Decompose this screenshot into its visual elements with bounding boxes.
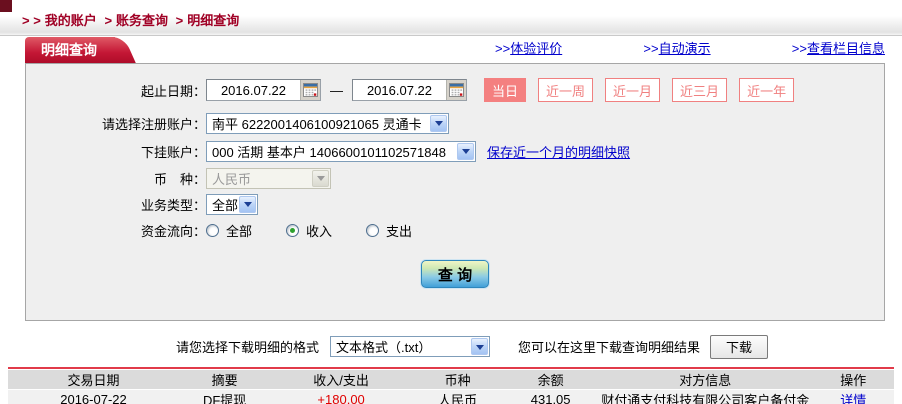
query-button-row: 查 询 — [26, 260, 884, 288]
cell-date: 2016-07-22 — [8, 390, 179, 404]
link-label: 查看栏目信息 — [807, 41, 885, 56]
fund-flow-label: 资金流向： — [26, 221, 206, 240]
col-header-counterparty: 对方信息 — [598, 369, 812, 390]
register-account-select[interactable]: 南平 6222001406100921065 灵通卡 — [206, 113, 449, 134]
currency-label: 币 种： — [26, 169, 206, 188]
table-header-row: 交易日期 摘要 收入/支出 币种 余额 对方信息 操作 — [8, 369, 894, 390]
radio-label: 收入 — [306, 221, 332, 240]
chevron-down-icon — [457, 143, 474, 160]
breadcrumb-item-account-query[interactable]: 账务查询 — [116, 13, 168, 28]
sub-account-select[interactable]: 000 活期 基本户 1406600101102571848 — [206, 141, 476, 162]
register-account-row: 请选择注册账户： 南平 6222001406100921065 灵通卡 — [26, 112, 884, 134]
result-table-area: 交易日期 摘要 收入/支出 币种 余额 对方信息 操作 2016-07-22 D… — [8, 367, 894, 404]
col-header-amount: 收入/支出 — [270, 369, 412, 390]
cell-counterparty: 财付通支付科技有限公司客户备付金 — [598, 390, 812, 404]
register-account-label: 请选择注册账户： — [26, 114, 206, 133]
download-format-select[interactable]: 文本格式（.txt） — [330, 336, 490, 357]
top-bar: > >我的账户 >账务查询 >明细查询 — [0, 0, 902, 36]
currency-select: 人民币 — [206, 168, 331, 189]
cell-currency: 人民币 — [412, 390, 503, 404]
radio-checked-icon — [286, 224, 299, 237]
download-row: 请您选择下载明细的格式 文本格式（.txt） 您可以在这里下载查询明细结果 下载 — [0, 330, 902, 363]
register-account-value: 南平 6222001406100921065 灵通卡 — [207, 114, 429, 133]
business-type-select[interactable]: 全部 — [206, 194, 258, 215]
start-date-input[interactable] — [207, 80, 300, 100]
end-date-field[interactable] — [352, 79, 467, 101]
cell-amount: +180.00 — [270, 390, 412, 404]
col-header-currency: 币种 — [412, 369, 503, 390]
quick-range-year-button[interactable]: 近一年 — [739, 78, 794, 102]
link-auto-demo[interactable]: >>自动演示 — [643, 38, 710, 57]
calendar-icon[interactable] — [300, 80, 320, 100]
business-type-label: 业务类型： — [26, 195, 206, 214]
corner-square — [0, 0, 12, 12]
link-label: 体验评价 — [510, 41, 562, 56]
radio-label: 全部 — [226, 221, 252, 240]
table-row: 2016-07-22 DF提现 +180.00 人民币 431.05 财付通支付… — [8, 390, 894, 404]
fund-flow-option-all[interactable]: 全部 — [206, 221, 252, 240]
download-format-label: 请您选择下载明细的格式 — [176, 337, 319, 356]
link-prefix: >> — [792, 41, 807, 56]
currency-row: 币 种： 人民币 — [26, 167, 884, 189]
quick-range-week-button[interactable]: 近一周 — [538, 78, 593, 102]
link-view-column-info[interactable]: >>查看栏目信息 — [792, 38, 885, 57]
sub-account-label: 下挂账户： — [26, 142, 206, 161]
breadcrumb-item-my-account[interactable]: 我的账户 — [45, 13, 97, 28]
save-snapshot-link[interactable]: 保存近一个月的明细快照 — [487, 142, 630, 161]
breadcrumb-separator: > — [104, 13, 112, 28]
detail-query-page: > >我的账户 >账务查询 >明细查询 明细查询 >>体验评价 >>自动演示 >… — [0, 0, 902, 404]
link-prefix: >> — [643, 41, 658, 56]
chevron-down-icon — [430, 115, 447, 132]
quick-range-today-button[interactable]: 当日 — [484, 78, 526, 102]
download-format-value: 文本格式（.txt） — [331, 337, 470, 356]
col-header-date: 交易日期 — [8, 369, 179, 390]
download-button[interactable]: 下载 — [710, 335, 768, 359]
breadcrumb-separator: > — [176, 13, 184, 28]
fund-flow-option-expense[interactable]: 支出 — [366, 221, 412, 240]
date-range-dash: — — [330, 83, 343, 98]
quick-range-quarter-button[interactable]: 近三月 — [672, 78, 727, 102]
breadcrumb: > >我的账户 >账务查询 >明细查询 — [0, 0, 902, 29]
fund-flow-row: 资金流向： 全部 收入 支出 — [26, 219, 884, 241]
breadcrumb-prefix: > > — [22, 13, 41, 28]
calendar-icon[interactable] — [446, 80, 466, 100]
fund-flow-option-income[interactable]: 收入 — [286, 221, 332, 240]
link-prefix: >> — [495, 41, 510, 56]
cell-summary: DF提现 — [179, 390, 270, 404]
link-experience-rating[interactable]: >>体验评价 — [495, 38, 562, 57]
quick-range-month-button[interactable]: 近一月 — [605, 78, 660, 102]
start-date-field[interactable] — [206, 79, 321, 101]
col-header-balance: 余额 — [503, 369, 598, 390]
currency-value: 人民币 — [207, 169, 311, 188]
business-type-row: 业务类型： 全部 — [26, 193, 884, 215]
sub-account-row: 下挂账户： 000 活期 基本户 1406600101102571848 保存近… — [26, 140, 884, 162]
result-table: 交易日期 摘要 收入/支出 币种 余额 对方信息 操作 2016-07-22 D… — [8, 369, 894, 404]
col-header-action: 操作 — [812, 369, 894, 390]
link-label: 自动演示 — [659, 41, 711, 56]
tab-detail-query: 明细查询 — [25, 37, 115, 63]
breadcrumb-item-detail-query[interactable]: 明细查询 — [187, 13, 239, 28]
download-hint-label: 您可以在这里下载查询明细结果 — [518, 337, 700, 356]
col-header-summary: 摘要 — [179, 369, 270, 390]
business-type-value: 全部 — [207, 195, 238, 214]
detail-link[interactable]: 详情 — [840, 393, 866, 404]
radio-label: 支出 — [386, 221, 412, 240]
date-range-label: 起止日期： — [26, 81, 206, 100]
chevron-down-icon — [239, 196, 256, 213]
radio-unchecked-icon — [206, 224, 219, 237]
end-date-input[interactable] — [353, 80, 446, 100]
cell-balance: 431.05 — [503, 390, 598, 404]
query-button[interactable]: 查 询 — [421, 260, 489, 288]
chevron-down-icon — [471, 338, 488, 355]
chevron-down-icon — [312, 170, 329, 187]
header-links: >>体验评价 >>自动演示 >>查看栏目信息 — [495, 38, 885, 57]
sub-account-value: 000 活期 基本户 1406600101102571848 — [207, 142, 456, 161]
radio-unchecked-icon — [366, 224, 379, 237]
query-form-panel: 起止日期： — — [25, 63, 885, 321]
date-range-row: 起止日期： — — [26, 78, 884, 102]
tab-row: 明细查询 >>体验评价 >>自动演示 >>查看栏目信息 — [25, 36, 885, 63]
